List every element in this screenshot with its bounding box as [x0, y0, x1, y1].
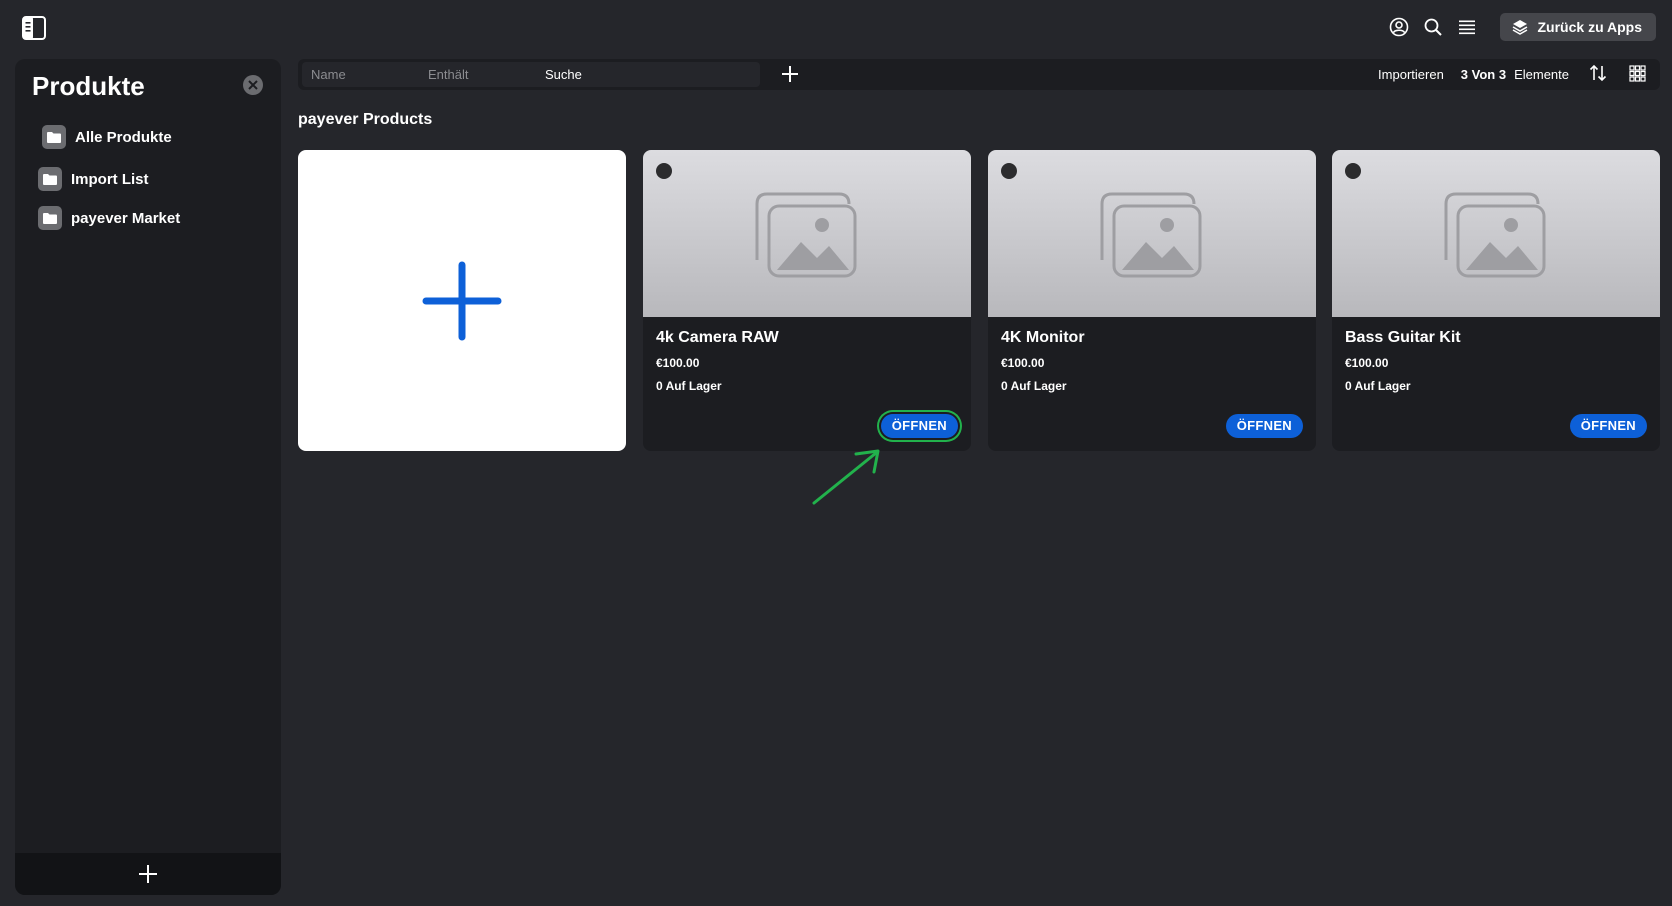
product-name: 4K Monitor	[1001, 329, 1085, 346]
account-icon[interactable]	[1388, 16, 1410, 38]
product-price: €100.00	[656, 356, 700, 370]
select-checkbox[interactable]	[1345, 163, 1361, 179]
sidebar-item-import-list[interactable]: Import List	[38, 167, 149, 191]
open-product-button[interactable]: ÖFFNEN	[1569, 414, 1647, 438]
sidebar-item-payever-market[interactable]: payever Market	[38, 206, 180, 230]
product-card[interactable]: 4k Camera RAW €100.00 0 Auf Lager ÖFFNEN	[643, 150, 971, 451]
sort-icon[interactable]	[1589, 64, 1607, 85]
import-button[interactable]: Importieren	[1378, 67, 1444, 82]
menu-icon[interactable]	[1456, 16, 1478, 38]
sidebar-item-alle-produkte[interactable]: Alle Produkte	[42, 125, 172, 149]
annotation-arrow-icon	[812, 449, 880, 505]
grid-view-icon[interactable]	[1629, 64, 1646, 85]
sidebar-toggle-icon[interactable]	[22, 16, 46, 40]
plus-icon	[139, 865, 157, 883]
toolbar: Name Enthält Suche Importieren 3 Von 3 E…	[298, 59, 1660, 90]
item-count: 3 Von 3	[1460, 67, 1507, 82]
product-card[interactable]: 4K Monitor €100.00 0 Auf Lager ÖFFNEN	[988, 150, 1316, 451]
folder-icon	[38, 167, 62, 191]
product-price: €100.00	[1345, 356, 1389, 370]
search-filter-group: Name Enthält Suche	[302, 62, 760, 87]
back-to-apps-label: Zurück zu Apps	[1537, 19, 1643, 35]
image-placeholder-icon	[1444, 192, 1546, 278]
sidebar-item-label: Alle Produkte	[75, 128, 172, 146]
product-stock: 0 Auf Lager	[1345, 379, 1411, 393]
product-price: €100.00	[1001, 356, 1045, 370]
select-checkbox[interactable]	[656, 163, 672, 179]
filter-contains-field[interactable]: Enthält	[419, 62, 536, 87]
folder-icon	[42, 125, 66, 149]
sidebar: Produkte Alle Produkte Import List payev…	[15, 59, 281, 895]
filter-name-field[interactable]: Name	[302, 62, 419, 87]
product-image-placeholder	[643, 150, 971, 317]
search-icon[interactable]	[1422, 16, 1444, 38]
product-name: Bass Guitar Kit	[1345, 329, 1461, 346]
search-input[interactable]: Suche	[536, 62, 760, 87]
back-to-apps-button[interactable]: Zurück zu Apps	[1499, 13, 1656, 41]
close-icon[interactable]	[243, 75, 263, 95]
select-checkbox[interactable]	[1001, 163, 1017, 179]
product-stock: 0 Auf Lager	[656, 379, 722, 393]
add-filter-icon[interactable]	[780, 64, 800, 84]
product-image-placeholder	[988, 150, 1316, 317]
sidebar-add-folder-button[interactable]	[15, 853, 281, 895]
open-product-button[interactable]: ÖFFNEN	[1225, 414, 1303, 438]
image-placeholder-icon	[755, 192, 857, 278]
plus-icon	[422, 261, 502, 340]
product-stock: 0 Auf Lager	[1001, 379, 1067, 393]
sidebar-item-label: Import List	[71, 170, 149, 188]
folder-icon	[38, 206, 62, 230]
layers-icon	[1512, 20, 1527, 35]
group-title: payever Products	[298, 111, 433, 128]
product-image-placeholder	[1332, 150, 1660, 317]
elements-label: Elemente	[1514, 67, 1569, 82]
product-card[interactable]: Bass Guitar Kit €100.00 0 Auf Lager ÖFFN…	[1332, 150, 1660, 451]
image-placeholder-icon	[1100, 192, 1202, 278]
sidebar-title: Produkte	[32, 71, 145, 101]
add-product-card[interactable]	[298, 150, 626, 451]
top-bar: Zurück zu Apps	[0, 0, 1672, 54]
sidebar-item-label: payever Market	[71, 209, 181, 227]
product-name: 4k Camera RAW	[656, 329, 779, 346]
open-product-button[interactable]: ÖFFNEN	[880, 414, 958, 438]
